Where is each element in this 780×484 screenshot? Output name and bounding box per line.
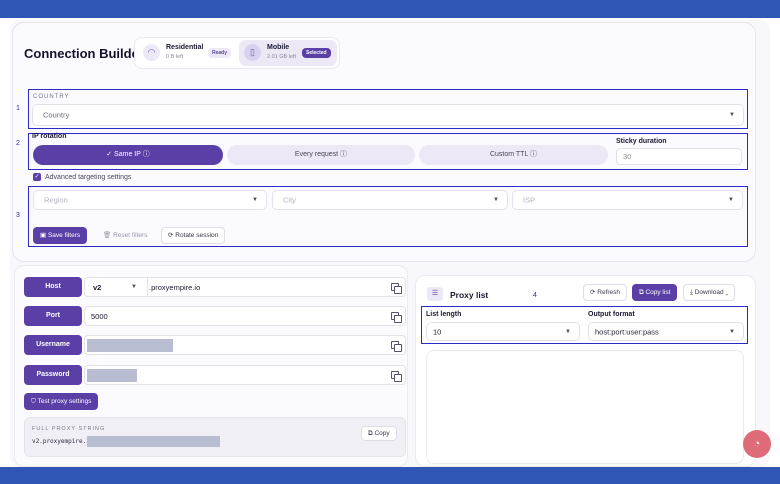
shield-icon: ⛉ — [31, 398, 38, 405]
port-value: 5000 — [91, 312, 108, 321]
copy-list-label: Copy list — [645, 289, 671, 296]
region-select[interactable]: Region ▼ — [33, 190, 267, 210]
chevron-down-icon: ▼ — [493, 197, 499, 203]
chat-support-button[interactable]: ◔ — [743, 430, 771, 458]
top-bar — [0, 0, 780, 18]
download-label: Download — [694, 289, 724, 296]
annotation-number: 3 — [16, 212, 20, 219]
password-field[interactable] — [84, 365, 406, 385]
city-placeholder: City — [283, 195, 296, 205]
page-title: Connection Builder — [24, 46, 144, 61]
password-label: Password — [24, 365, 82, 385]
output-format-label: Output format — [588, 311, 635, 318]
port-label: Port — [24, 306, 82, 326]
sticky-duration-input[interactable]: 30 — [616, 148, 742, 165]
chevron-down-icon: ⌄ — [723, 289, 729, 296]
save-filters-button[interactable]: ▣ Save filters — [33, 227, 88, 244]
proxy-string-panel: FULL PROXY STRING v2.proxyempire.io ⧉ Co… — [24, 417, 406, 457]
phone-icon: ▯ — [244, 44, 261, 61]
chevron-down-icon: ▼ — [565, 328, 571, 335]
copy-icon[interactable] — [391, 341, 402, 352]
reset-filters-label: Reset filters — [113, 232, 148, 239]
plan-remaining: 2.01 GB left — [267, 54, 297, 60]
host-field[interactable]: v2 ▼ .proxyempire.io — [84, 277, 406, 297]
proxy-list-output[interactable] — [426, 350, 744, 464]
list-icon: ☰ — [427, 287, 443, 301]
rotation-option-every-request[interactable]: Every request ⓘ — [227, 145, 415, 165]
test-proxy-button[interactable]: ⛉ Test proxy settings — [24, 393, 99, 410]
proxy-list-title: Proxy list — [450, 290, 489, 300]
bottom-bar — [0, 467, 780, 484]
port-field[interactable]: 5000 — [84, 306, 406, 326]
refresh-label: Refresh — [597, 289, 621, 296]
ip-rotation-label: IP rotation — [32, 133, 67, 140]
country-value: Country — [43, 110, 70, 120]
divider — [147, 278, 148, 296]
redacted-password — [87, 369, 137, 382]
annotation-number: 1 — [16, 105, 20, 112]
plan-remaining: 0 B left — [166, 54, 184, 60]
plan-mobile[interactable]: ▯ Mobile 2.01 GB left Selected — [239, 40, 337, 66]
output-format-value: host:port:user:pass — [595, 327, 659, 336]
rotation-option-same-ip[interactable]: ✓ Same IP ⓘ — [33, 145, 223, 165]
host-label: Host — [24, 277, 82, 297]
status-badge: Selected — [302, 48, 331, 58]
country-select[interactable]: Country ▼ — [32, 104, 744, 126]
city-select[interactable]: City ▼ — [272, 190, 508, 210]
isp-select[interactable]: ISP ▼ — [512, 190, 743, 210]
refresh-button[interactable]: ⟳ Refresh — [583, 284, 628, 301]
plan-switcher: ◠ Residential 0 B left Ready ▯ Mobile 2.… — [134, 37, 340, 69]
chevron-down-icon: ▼ — [729, 328, 735, 335]
save-icon: ▣ — [40, 232, 48, 239]
wifi-icon: ◠ — [143, 44, 160, 61]
sticky-duration-label: Sticky duration — [616, 138, 667, 145]
reset-filters-button[interactable]: 🗑 Reset filters — [96, 227, 154, 244]
chat-icon: ◔ — [753, 438, 761, 450]
region-placeholder: Region — [44, 195, 68, 205]
test-proxy-label: Test proxy settings — [37, 398, 92, 405]
rotate-session-label: Rotate session — [175, 232, 219, 239]
annotation-number: 4 — [533, 292, 537, 299]
status-badge: Ready — [208, 48, 232, 58]
country-label: COUNTRY — [33, 94, 70, 100]
download-button[interactable]: ⤓ Download ⌄ — [683, 284, 736, 301]
advanced-label: Advanced targeting settings — [45, 174, 132, 181]
host-domain: .proxyempire.io — [149, 283, 201, 292]
copy-list-button[interactable]: ⧉ Copy list — [632, 284, 678, 301]
save-filters-label: Save filters — [47, 232, 81, 239]
trash-icon: 🗑 — [103, 232, 114, 239]
chevron-down-icon: ▼ — [728, 197, 734, 203]
redacted-username — [87, 339, 173, 352]
proxy-string-label: FULL PROXY STRING — [32, 426, 106, 432]
list-length-value: 10 — [433, 327, 442, 336]
plan-residential[interactable]: ◠ Residential 0 B left Ready — [138, 40, 234, 66]
isp-placeholder: ISP — [523, 195, 536, 205]
copy-icon[interactable] — [391, 312, 402, 323]
chevron-down-icon: ▼ — [252, 197, 258, 203]
chevron-down-icon: ▼ — [131, 284, 137, 290]
copy-icon[interactable] — [391, 371, 402, 382]
redacted-proxy-string — [87, 436, 220, 447]
plan-name: Mobile — [267, 44, 290, 51]
list-length-label: List length — [426, 311, 462, 318]
list-length-select[interactable]: 10 ▼ — [426, 322, 580, 341]
rotation-option-custom-ttl[interactable]: Custom TTL ⓘ — [419, 145, 608, 165]
username-field[interactable] — [84, 335, 406, 355]
chevron-down-icon: ▼ — [729, 112, 735, 118]
plan-name: Residential — [166, 44, 204, 51]
copy-button[interactable]: ⧉ Copy — [361, 426, 397, 441]
proxy-string-prefix: v2.proxyempire.io — [32, 438, 94, 445]
host-version-select[interactable]: v2 — [93, 283, 101, 292]
username-label: Username — [24, 335, 82, 355]
rotate-session-button[interactable]: ⟳ Rotate session — [161, 227, 226, 244]
annotation-number: 2 — [16, 140, 20, 147]
advanced-checkbox[interactable]: ✓ — [33, 173, 41, 181]
copy-label: Copy — [374, 430, 390, 437]
output-format-select[interactable]: host:port:user:pass ▼ — [588, 322, 744, 341]
copy-icon[interactable] — [391, 283, 402, 294]
